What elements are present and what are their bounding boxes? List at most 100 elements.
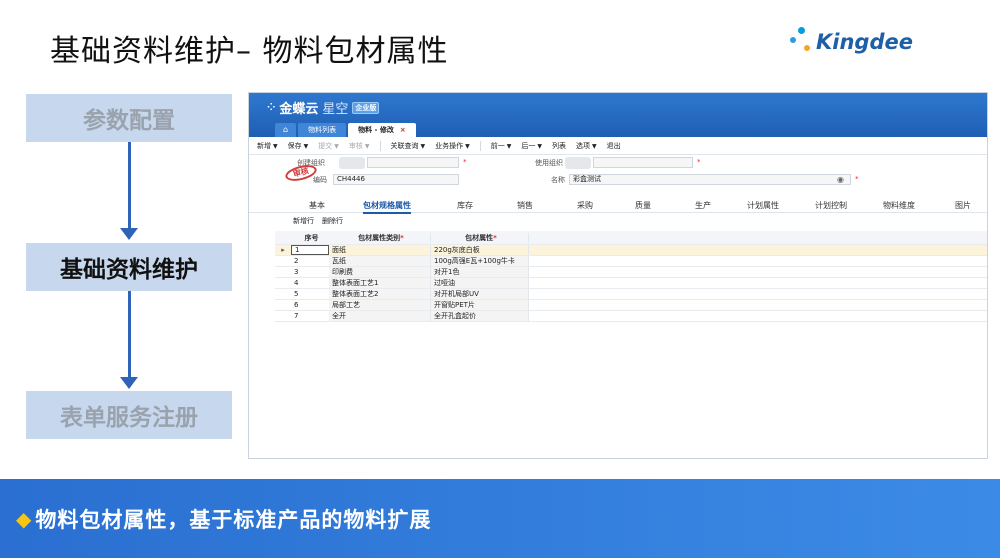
logo-text: Kingdee: [816, 30, 913, 54]
cell-seq[interactable]: 2: [291, 257, 329, 265]
diamond-bullet-icon: ◆: [16, 506, 32, 531]
tab-label: 物料 - 修改: [358, 126, 394, 134]
tab-inventory[interactable]: 库存: [457, 200, 473, 211]
table-row[interactable]: ▸ 1 面纸 220g灰底白板: [275, 245, 987, 256]
slide-title: 基础资料维护– 物料包材属性: [50, 34, 449, 69]
flow-connector: [128, 291, 131, 377]
brand-tag: 企业版: [352, 101, 380, 114]
multilang-icon[interactable]: ◉: [837, 175, 844, 184]
app-header: ⁘ 金蝶云 星空 企业版 ⌂ 物料列表 物料 - 修改 ×: [249, 93, 987, 137]
app-brand: ⁘ 金蝶云 星空 企业版: [267, 98, 380, 117]
kingdee-logo: Kingdee: [790, 22, 913, 62]
toolbar-save-button[interactable]: 保存 ▼: [288, 141, 309, 151]
cell-attr[interactable]: 过哑油: [431, 278, 529, 288]
table-row[interactable]: 7 全开 全开孔盒起价: [275, 311, 987, 322]
cell-seq[interactable]: 6: [291, 301, 329, 309]
add-row-button[interactable]: 新增行: [293, 216, 314, 226]
banner-text: 物料包材属性，基于标准产品的物料扩展: [35, 507, 432, 532]
detail-tabs: 基本 包材规格属性 库存 销售 采购 质量 生产 计划属性 计划控制 物料维度 …: [249, 197, 987, 214]
tab-quality[interactable]: 质量: [635, 200, 651, 211]
tab-production[interactable]: 生产: [695, 200, 711, 211]
cell-attr[interactable]: 全开孔盒起价: [431, 311, 529, 321]
chevron-down-icon: ▼: [273, 142, 278, 150]
col-seq-header: 序号: [304, 233, 319, 242]
use-org-field[interactable]: [593, 157, 693, 168]
table-row[interactable]: 6 局部工艺 开窗贴PET片: [275, 300, 987, 311]
tab-material-edit[interactable]: 物料 - 修改 ×: [348, 123, 416, 137]
cell-attr[interactable]: 100g高强E瓦+100g牛卡: [431, 256, 529, 266]
brand-suffix: 星空: [322, 102, 349, 117]
table-row[interactable]: 4 整体表面工艺1 过哑油: [275, 278, 987, 289]
tab-planning-control[interactable]: 计划控制: [815, 200, 847, 211]
toolbar-next-button[interactable]: 后一 ▼: [521, 141, 542, 151]
chevron-down-icon: ▼: [364, 142, 370, 150]
tab-material-dimension[interactable]: 物料维度: [883, 200, 915, 211]
material-form: 创建组织 * 审核 编码 CH4446 使用组织 * 名称 彩盒测试 ◉ *: [249, 155, 987, 197]
tab-purchase[interactable]: 采购: [577, 200, 593, 211]
toolbar-exit-button[interactable]: 退出: [607, 141, 621, 151]
code-label: 编码: [313, 176, 327, 184]
tab-planning-attrs[interactable]: 计划属性: [747, 200, 779, 211]
cell-type[interactable]: 整体表面工艺1: [329, 278, 431, 288]
brand-dots-icon: ⁘: [267, 102, 276, 113]
flow-connector: [128, 142, 131, 228]
cell-seq[interactable]: 1: [291, 245, 329, 255]
grid-toolbar: 新增行 删除行: [249, 213, 987, 229]
redacted-value: [565, 157, 591, 169]
create-org-field[interactable]: [367, 157, 459, 168]
toolbar: 新增 ▼ 保存 ▼ 提交 ▼ 审核 ▼ 关联查询 ▼ 业务操作 ▼ 前一 ▼ 后一 ▼ 列表 选…: [249, 137, 987, 155]
use-org-label: 使用组织: [535, 159, 563, 167]
name-field[interactable]: 彩盒测试: [569, 174, 851, 185]
cell-attr[interactable]: 220g灰底白板: [431, 245, 529, 255]
tab-images[interactable]: 图片: [955, 200, 971, 211]
flow-step-service-register: 表单服务注册: [26, 391, 232, 439]
toolbar-related-query-button[interactable]: 关联查询 ▼: [391, 141, 426, 151]
table-row[interactable]: 3 印刷费 对开1色: [275, 267, 987, 278]
cell-type[interactable]: 全开: [329, 311, 431, 321]
required-mark: *: [855, 175, 859, 183]
flow-step-params: 参数配置: [26, 94, 232, 142]
toolbar-audit-button[interactable]: 审核 ▼: [349, 141, 370, 151]
name-label: 名称: [551, 176, 565, 184]
cell-type[interactable]: 印刷费: [329, 267, 431, 277]
cell-attr[interactable]: 对开机局部UV: [431, 289, 529, 299]
cell-attr[interactable]: 开窗贴PET片: [431, 300, 529, 310]
toolbar-business-ops-button[interactable]: 业务操作 ▼: [435, 141, 470, 151]
cell-seq[interactable]: 5: [291, 290, 329, 298]
packaging-attr-grid: 序号 包材属性类别* 包材属性* ▸ 1 面纸 220g灰底白板 2 瓦纸 10…: [275, 231, 987, 322]
toolbar-new-button[interactable]: 新增 ▼: [257, 141, 278, 151]
chevron-down-icon: ▼: [465, 142, 470, 150]
toolbar-submit-button[interactable]: 提交 ▼: [318, 141, 339, 151]
toolbar-options-button[interactable]: 选项 ▼: [576, 141, 597, 151]
tab-basic[interactable]: 基本: [309, 200, 325, 211]
chevron-down-icon: ▼: [334, 142, 339, 150]
summary-banner: ◆ 物料包材属性，基于标准产品的物料扩展: [0, 479, 1000, 558]
required-mark: *: [463, 158, 467, 166]
tab-material-list[interactable]: 物料列表: [298, 123, 347, 137]
cell-seq[interactable]: 3: [291, 268, 329, 276]
code-field[interactable]: CH4446: [333, 174, 459, 185]
logo-dots-icon: [790, 27, 816, 57]
toolbar-divider: [379, 140, 381, 151]
toolbar-list-button[interactable]: 列表: [552, 141, 566, 151]
required-mark: *: [697, 158, 701, 166]
cell-type[interactable]: 面纸: [329, 245, 431, 255]
tab-packaging-specs[interactable]: 包材规格属性: [363, 200, 411, 214]
close-icon[interactable]: ×: [400, 126, 406, 134]
home-tab[interactable]: ⌂: [275, 123, 297, 137]
table-row[interactable]: 5 整体表面工艺2 对开机局部UV: [275, 289, 987, 300]
cell-type[interactable]: 局部工艺: [329, 300, 431, 310]
table-row[interactable]: 2 瓦纸 100g高强E瓦+100g牛卡: [275, 256, 987, 267]
cell-seq[interactable]: 7: [291, 312, 329, 320]
flow-step-basic-data: 基础资料维护: [26, 243, 232, 291]
delete-row-button[interactable]: 删除行: [322, 216, 343, 226]
cell-attr[interactable]: 对开1色: [431, 267, 529, 277]
chevron-down-icon: ▼: [420, 142, 426, 150]
cell-type[interactable]: 瓦纸: [329, 256, 431, 266]
grid-header: 序号 包材属性类别* 包材属性*: [275, 231, 987, 245]
current-row-icon: ▸: [281, 246, 285, 254]
tab-sales[interactable]: 销售: [517, 200, 533, 211]
toolbar-prev-button[interactable]: 前一 ▼: [491, 141, 512, 151]
cell-type[interactable]: 整体表面工艺2: [329, 289, 431, 299]
cell-seq[interactable]: 4: [291, 279, 329, 287]
